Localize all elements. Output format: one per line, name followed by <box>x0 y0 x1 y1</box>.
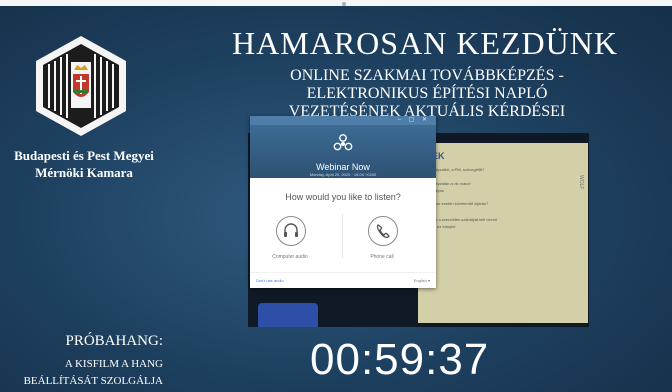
webinar-audio-dialog[interactable]: – ▢ ✕ Webinar Now Monday, April 20, 2020… <box>250 116 436 288</box>
slide-brand: WOLF <box>578 175 584 190</box>
computer-audio-button[interactable] <box>276 216 306 246</box>
computer-audio-label: Computer audio <box>272 254 308 260</box>
dialog-header: – ▢ ✕ Webinar Now Monday, April 20, 2020… <box>250 116 436 178</box>
dont-use-audio-link[interactable]: Don't use audio <box>256 278 284 283</box>
phone-icon <box>376 224 390 238</box>
headset-icon <box>284 223 298 237</box>
organization-name: Budapesti és Pest Megyei Mérnöki Kamara <box>0 147 168 181</box>
dialog-footer: Don't use audio English ▾ <box>250 272 436 289</box>
test-notice-text: A KISFILM A HANG BEÁLLÍTÁSÁT SZOLGÁLJA <box>0 356 163 390</box>
listen-question: How would you like to listen? <box>285 192 401 202</box>
test-notice-line1: A KISFILM A HANG <box>64 358 163 370</box>
presentation-slide: SEK szabályzattól, a PM, szövegétől? ani… <box>418 143 588 323</box>
window-controls[interactable]: – ▢ ✕ <box>398 116 430 123</box>
chamber-logo <box>36 36 126 136</box>
webinar-logo-icon <box>333 134 353 151</box>
subtitle-line-1: ONLINE SZAKMAI TOVÁBBKÉPZÉS - <box>290 67 564 84</box>
countdown-timer: 00:59:37 <box>310 335 490 384</box>
dialog-app-name: Webinar Now <box>316 162 370 172</box>
page-title: HAMAROSAN KEZDÜNK <box>232 25 618 61</box>
org-name-line1: Budapesti és Pest Megyei <box>14 148 154 163</box>
top-dot <box>342 2 346 6</box>
org-name-line2: Mérnöki Kamara <box>35 165 133 180</box>
test-notice-line2: BEÁLLÍTÁSÁT SZOLGÁLJA <box>23 375 163 387</box>
subtitle-line-2: ELEKTRONIKUS ÉPÍTÉSI NAPLÓ <box>306 85 548 102</box>
phone-call-button[interactable] <box>368 216 398 246</box>
dialog-date: Monday, April 20, 2020 · 16:04 +0200 <box>309 172 377 177</box>
test-notice-title: PRÓBAHANG: <box>65 333 163 349</box>
blue-barrel <box>258 303 318 327</box>
options-divider <box>342 214 343 258</box>
phone-call-label: Phone call <box>370 254 394 260</box>
slide-line: állozin a szerződés szabályát kell nézni… <box>426 217 497 222</box>
language-select[interactable]: English ▾ <box>414 278 430 283</box>
top-strip <box>0 0 672 6</box>
